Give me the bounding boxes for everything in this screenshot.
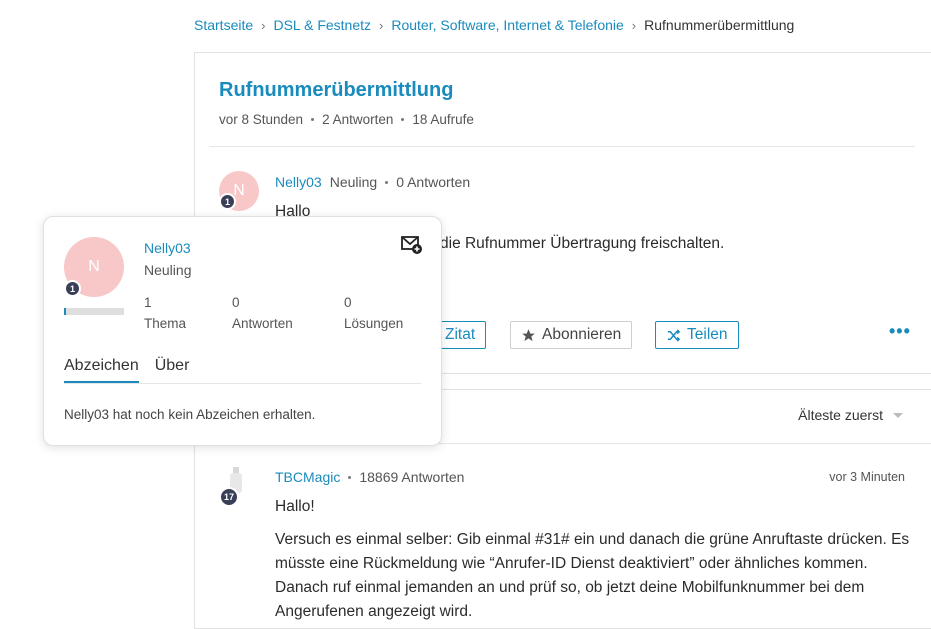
breadcrumb: Startseite › DSL & Festnetz › Router, So…: [194, 17, 794, 33]
separator-dot: [348, 475, 352, 479]
post-author-line: Nelly03 Neuling 0 Antworten: [275, 174, 470, 190]
stat-topics: 1 Thema: [144, 292, 186, 334]
profile-name-link[interactable]: Nelly03: [144, 240, 191, 256]
profile-rank: Neuling: [144, 262, 192, 278]
stat-value: 0: [232, 295, 240, 310]
reply-timestamp: vor 3 Minuten: [829, 470, 905, 484]
rank-progress-bar: [64, 308, 124, 315]
thread-replies: 2 Antworten: [322, 112, 394, 127]
reply-greeting: Hallo!: [275, 498, 315, 515]
author-link[interactable]: Nelly03: [275, 174, 322, 190]
send-message-button[interactable]: [401, 235, 423, 260]
chevron-right-icon: ›: [261, 17, 266, 33]
author-answers: 0 Antworten: [396, 174, 471, 190]
subscribe-button[interactable]: Abonnieren: [510, 321, 633, 349]
stat-solutions: 0 Lösungen: [344, 292, 403, 334]
sort-dropdown[interactable]: Älteste zuerst: [798, 407, 903, 423]
divider: [209, 146, 915, 147]
separator-dot: [401, 118, 405, 121]
thread-meta: vor 8 Stunden 2 Antworten 18 Aufrufe: [219, 112, 474, 127]
share-button-label: Teilen: [687, 326, 728, 343]
separator-dot: [311, 118, 315, 121]
user-profile-popover: N 1 Nelly03 Neuling 1 Thema 0 Antworten …: [43, 216, 442, 446]
breadcrumb-link-dsl[interactable]: DSL & Festnetz: [273, 17, 371, 33]
thread-views: 18 Aufrufe: [412, 112, 474, 127]
reply-text-line: Angerufenen angezeigt wird.: [275, 603, 473, 620]
star-icon: [522, 328, 535, 341]
tab-about[interactable]: Über: [155, 357, 190, 383]
thread-time: vor 8 Stunden: [219, 112, 304, 127]
reply-text-line: Danach ruf einmal jemanden an und prüf s…: [275, 579, 865, 596]
avatar-letter: N: [88, 258, 100, 275]
chevron-down-icon: [893, 412, 903, 418]
profile-tabs: Abzeichen Über: [64, 357, 189, 383]
no-badges-text: Nelly03 hat noch kein Abzeichen erhalten…: [64, 407, 316, 422]
reply-text-line: müsste eine Rückmeldung wie “Anrufer-ID …: [275, 555, 868, 572]
subscribe-button-label: Abonnieren: [542, 326, 622, 343]
breadcrumb-link-startseite[interactable]: Startseite: [194, 17, 253, 33]
post-text-line: die Rufnummer Übertragung freischalten.: [440, 235, 725, 252]
divider: [64, 383, 421, 384]
page-title: Rufnummerübermittlung: [219, 79, 454, 101]
share-button[interactable]: Teilen: [655, 321, 739, 349]
shuffle-icon: [667, 328, 681, 342]
stat-label: Thema: [144, 316, 187, 331]
breadcrumb-current: Rufnummerübermittlung: [644, 17, 795, 33]
rank-badge: 1: [64, 280, 81, 297]
separator-dot: [385, 180, 389, 184]
breadcrumb-link-router[interactable]: Router, Software, Internet & Telefonie: [391, 17, 623, 33]
author-rank: Neuling: [329, 174, 378, 190]
more-options-icon[interactable]: •••: [889, 321, 911, 342]
mail-plus-icon: [401, 236, 422, 254]
tab-badges[interactable]: Abzeichen: [64, 357, 139, 383]
sort-label: Älteste zuerst: [798, 407, 883, 423]
stat-label: Lösungen: [344, 316, 404, 331]
stat-value: 1: [144, 295, 152, 310]
rank-badge: 17: [219, 487, 239, 507]
reply-author-line: TBCMagic 18869 Antworten: [275, 469, 464, 485]
stat-label: Antworten: [232, 316, 293, 331]
stat-answers: 0 Antworten: [232, 292, 293, 334]
rank-badge: 1: [219, 193, 236, 210]
quote-button-label: Zitat: [445, 326, 476, 343]
reply-text-line: Versuch es einmal selber: Gib einmal #31…: [275, 531, 910, 548]
stat-value: 0: [344, 295, 352, 310]
chevron-right-icon: ›: [631, 17, 637, 33]
chevron-right-icon: ›: [379, 17, 384, 33]
author-answers: 18869 Antworten: [359, 469, 465, 485]
author-link[interactable]: TBCMagic: [275, 469, 340, 485]
